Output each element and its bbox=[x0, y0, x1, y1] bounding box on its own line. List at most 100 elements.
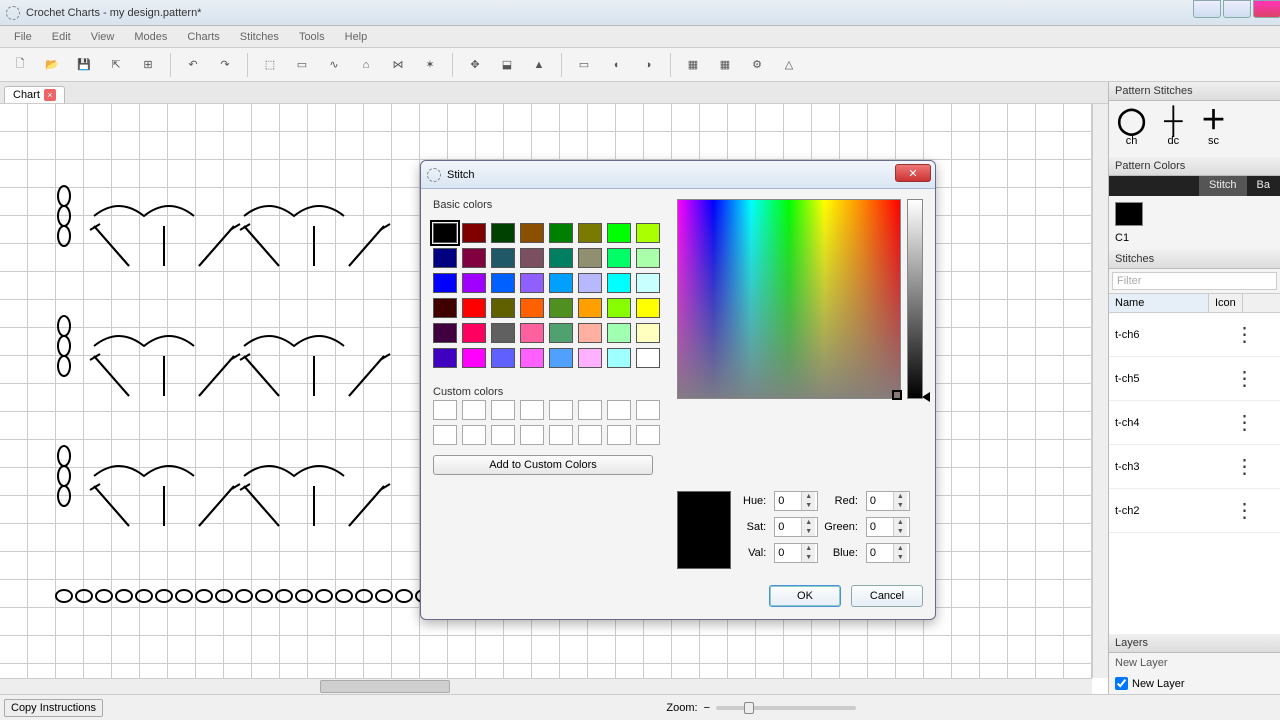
basic-color-swatch[interactable] bbox=[491, 223, 515, 243]
tool-move[interactable]: ✥ bbox=[461, 51, 489, 79]
cancel-button[interactable]: Cancel bbox=[851, 585, 923, 607]
tool-grid1[interactable]: ▦ bbox=[679, 51, 707, 79]
tool-grid2[interactable]: ▦ bbox=[711, 51, 739, 79]
basic-color-swatch[interactable] bbox=[491, 248, 515, 268]
basic-color-swatch[interactable] bbox=[520, 273, 544, 293]
basic-color-swatch[interactable] bbox=[636, 323, 660, 343]
custom-swatch[interactable] bbox=[462, 425, 486, 445]
tool-align[interactable]: ⬓ bbox=[493, 51, 521, 79]
dialog-titlebar[interactable]: Stitch ✕ bbox=[421, 161, 935, 189]
canvas-vscroll[interactable] bbox=[1092, 104, 1108, 678]
colortab-back[interactable]: Ba bbox=[1247, 176, 1280, 196]
basic-color-swatch[interactable] bbox=[520, 248, 544, 268]
red-input[interactable]: ▲▼ bbox=[866, 491, 910, 511]
basic-color-swatch[interactable] bbox=[636, 298, 660, 318]
window-minimize-button[interactable] bbox=[1193, 0, 1221, 18]
basic-color-swatch[interactable] bbox=[520, 348, 544, 368]
tool-gear[interactable]: ⚙ bbox=[743, 51, 771, 79]
basic-color-swatch[interactable] bbox=[433, 248, 457, 268]
custom-swatch[interactable] bbox=[433, 400, 457, 420]
menu-tools[interactable]: Tools bbox=[289, 28, 335, 46]
custom-swatch[interactable] bbox=[462, 400, 486, 420]
basic-color-swatch[interactable] bbox=[462, 323, 486, 343]
basic-color-swatch[interactable] bbox=[636, 273, 660, 293]
basic-color-swatch[interactable] bbox=[607, 348, 631, 368]
basic-color-swatch[interactable] bbox=[578, 248, 602, 268]
tool-pointer[interactable]: ⬚ bbox=[256, 51, 284, 79]
stitch-dc[interactable]: ┼dc bbox=[1164, 107, 1182, 147]
custom-swatch[interactable] bbox=[520, 425, 544, 445]
custom-swatch[interactable] bbox=[636, 425, 660, 445]
ok-button[interactable]: OK bbox=[769, 585, 841, 607]
color-gradient-picker[interactable] bbox=[677, 199, 901, 399]
col-icon[interactable]: Icon bbox=[1209, 294, 1243, 312]
copy-instructions-button[interactable]: Copy Instructions bbox=[4, 699, 103, 717]
color-swatch-c1[interactable] bbox=[1115, 202, 1143, 226]
custom-swatch[interactable] bbox=[491, 400, 515, 420]
layer-item[interactable]: New Layer bbox=[1109, 673, 1280, 694]
green-input[interactable]: ▲▼ bbox=[866, 517, 910, 537]
stitch-row[interactable]: t-ch6⋮ bbox=[1109, 313, 1280, 357]
tool-chain[interactable]: ⋈ bbox=[384, 51, 412, 79]
colortab-stitch[interactable]: Stitch bbox=[1199, 176, 1247, 196]
hscroll-thumb[interactable] bbox=[320, 680, 450, 693]
custom-swatch[interactable] bbox=[578, 400, 602, 420]
basic-color-swatch[interactable] bbox=[520, 298, 544, 318]
basic-color-swatch[interactable] bbox=[491, 273, 515, 293]
window-maximize-button[interactable] bbox=[1223, 0, 1251, 18]
tool-export[interactable]: ⇱ bbox=[102, 51, 130, 79]
custom-swatch[interactable] bbox=[433, 425, 457, 445]
basic-color-swatch[interactable] bbox=[578, 348, 602, 368]
tool-mirror[interactable]: ▲ bbox=[525, 51, 553, 79]
hue-input[interactable]: ▲▼ bbox=[774, 491, 818, 511]
basic-color-swatch[interactable] bbox=[491, 348, 515, 368]
stitch-row[interactable]: t-ch3⋮ bbox=[1109, 445, 1280, 489]
basic-color-swatch[interactable] bbox=[520, 223, 544, 243]
zoom-out-icon[interactable]: − bbox=[704, 702, 710, 714]
basic-color-swatch[interactable] bbox=[433, 298, 457, 318]
stitch-row[interactable]: t-ch5⋮ bbox=[1109, 357, 1280, 401]
basic-color-swatch[interactable] bbox=[462, 248, 486, 268]
menu-charts[interactable]: Charts bbox=[177, 28, 229, 46]
custom-swatch[interactable] bbox=[549, 425, 573, 445]
tool-undo[interactable]: ↶ bbox=[179, 51, 207, 79]
tool-rect[interactable]: ▭ bbox=[570, 51, 598, 79]
basic-color-swatch[interactable] bbox=[578, 298, 602, 318]
basic-color-swatch[interactable] bbox=[520, 323, 544, 343]
col-name[interactable]: Name bbox=[1109, 294, 1209, 312]
basic-color-swatch[interactable] bbox=[578, 323, 602, 343]
tool-open[interactable]: 📂 bbox=[38, 51, 66, 79]
tool-rounded[interactable]: ◖ bbox=[602, 51, 630, 79]
menu-help[interactable]: Help bbox=[335, 28, 378, 46]
stitch-row[interactable]: t-ch4⋮ bbox=[1109, 401, 1280, 445]
basic-color-swatch[interactable] bbox=[462, 298, 486, 318]
dialog-close-button[interactable]: ✕ bbox=[895, 164, 931, 182]
basic-color-swatch[interactable] bbox=[607, 323, 631, 343]
tool-save[interactable]: 💾 bbox=[70, 51, 98, 79]
add-to-custom-button[interactable]: Add to Custom Colors bbox=[433, 455, 653, 475]
tool-house[interactable]: ⌂ bbox=[352, 51, 380, 79]
stitch-row[interactable]: t-ch2⋮ bbox=[1109, 489, 1280, 533]
basic-color-swatch[interactable] bbox=[636, 348, 660, 368]
basic-color-swatch[interactable] bbox=[549, 348, 573, 368]
tool-tri[interactable]: △ bbox=[775, 51, 803, 79]
val-input[interactable]: ▲▼ bbox=[774, 543, 818, 563]
basic-color-swatch[interactable] bbox=[462, 273, 486, 293]
tool-select[interactable]: ▭ bbox=[288, 51, 316, 79]
basic-color-swatch[interactable] bbox=[433, 348, 457, 368]
blue-input[interactable]: ▲▼ bbox=[866, 543, 910, 563]
basic-color-swatch[interactable] bbox=[549, 273, 573, 293]
stitch-ch[interactable]: ◯ch bbox=[1117, 107, 1146, 147]
tool-shape[interactable]: ◑ bbox=[634, 51, 662, 79]
basic-color-swatch[interactable] bbox=[578, 273, 602, 293]
window-close-button[interactable] bbox=[1253, 0, 1280, 18]
stitch-filter-input[interactable]: Filter bbox=[1112, 272, 1277, 290]
tab-chart[interactable]: Chart × bbox=[4, 86, 65, 103]
tool-chart[interactable]: ⊞ bbox=[134, 51, 162, 79]
basic-color-swatch[interactable] bbox=[607, 298, 631, 318]
stitch-list[interactable]: t-ch6⋮t-ch5⋮t-ch4⋮t-ch3⋮t-ch2⋮ bbox=[1109, 313, 1280, 634]
custom-swatch[interactable] bbox=[520, 400, 544, 420]
custom-swatch[interactable] bbox=[491, 425, 515, 445]
value-slider[interactable] bbox=[907, 199, 923, 399]
sat-input[interactable]: ▲▼ bbox=[774, 517, 818, 537]
